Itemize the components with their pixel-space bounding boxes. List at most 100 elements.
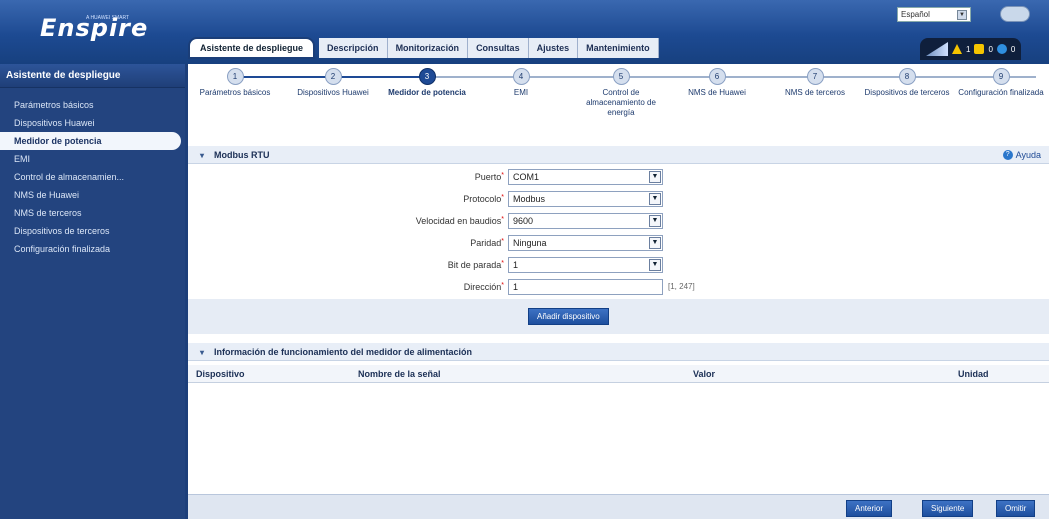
- collapse-icon[interactable]: ▾: [200, 147, 208, 165]
- top-header: A HUAWEI SMART Enspire Español ▼ Asisten…: [0, 0, 1049, 64]
- field-label: Puerto*: [474, 172, 504, 182]
- field-row-protocolo: Protocolo* Modbus ▼: [188, 190, 1049, 209]
- step-8[interactable]: 8 Dispositivos de terceros: [864, 68, 950, 98]
- baudios-select[interactable]: 9600 ▼: [508, 213, 663, 229]
- step-label: Dispositivos Huawei: [297, 88, 369, 97]
- column-unidad[interactable]: Unidad: [958, 369, 989, 379]
- minor-alarm-icon[interactable]: [974, 44, 985, 54]
- column-nombre-senal[interactable]: Nombre de la señal: [358, 369, 441, 379]
- info-section-header[interactable]: ▾ Información de funcionamiento del medid…: [188, 343, 1049, 361]
- wizard-steps: 1 Parámetros básicos 2 Dispositivos Huawei…: [188, 64, 1049, 141]
- step-7[interactable]: 7 NMS de terceros: [772, 68, 858, 98]
- chevron-down-icon: ▼: [649, 237, 661, 249]
- step-label: NMS de Huawei: [688, 88, 746, 97]
- warning-alarm-icon[interactable]: [996, 44, 1007, 54]
- language-value: Español: [901, 10, 930, 19]
- field-label: Bit de parada*: [447, 260, 504, 270]
- language-select[interactable]: Español ▼: [897, 7, 971, 22]
- direccion-input[interactable]: 1: [508, 279, 663, 295]
- chevron-down-icon: ▼: [649, 259, 661, 271]
- table-header: Dispositivo Nombre de la señal Valor Uni…: [188, 365, 1049, 383]
- tab-asistente[interactable]: Asistente de despliegue: [188, 37, 316, 59]
- help-link[interactable]: ? Ayuda: [1002, 146, 1041, 164]
- step-number: 3: [418, 68, 436, 85]
- field-label: Protocolo*: [463, 194, 504, 204]
- sidebar-item-configuracion[interactable]: Configuración finalizada: [0, 240, 185, 258]
- direccion-range-hint: [1, 247]: [668, 282, 695, 291]
- puerto-select[interactable]: COM1 ▼: [508, 169, 663, 185]
- step-label: Dispositivos de terceros: [864, 88, 950, 97]
- tab-consultas[interactable]: Consultas: [468, 38, 529, 58]
- section-title: Información de funcionamiento del medido…: [214, 347, 473, 357]
- field-label: Velocidad en baudios*: [415, 216, 504, 226]
- sidebar-item-control[interactable]: Control de almacenamien...: [0, 168, 185, 186]
- warning-alarm-count: 0: [1010, 44, 1016, 54]
- footer-bar: Anterior Siguiente Omitir: [188, 494, 1049, 519]
- tab-ajustes[interactable]: Ajustes: [528, 38, 579, 58]
- step-4[interactable]: 4 EMI: [478, 68, 564, 98]
- alarm-bar: 1 0 0: [920, 38, 1022, 60]
- chevron-down-icon: ▼: [649, 171, 661, 183]
- user-menu-icon[interactable]: [1000, 6, 1030, 22]
- sidebar-title: Asistente de despliegue: [0, 64, 185, 88]
- action-band: Añadir dispositivo: [188, 299, 1049, 334]
- help-icon: ?: [1002, 150, 1013, 160]
- major-alarm-icon[interactable]: [952, 44, 962, 54]
- parada-select[interactable]: 1 ▼: [508, 257, 663, 273]
- main-tabs: Asistente de despliegue Descripción Moni…: [188, 37, 659, 59]
- chevron-down-icon: ▼: [649, 193, 661, 205]
- field-row-puerto: Puerto* COM1 ▼: [188, 168, 1049, 187]
- step-label: EMI: [513, 88, 529, 97]
- minor-alarm-count: 0: [988, 44, 993, 54]
- tab-mantenimiento[interactable]: Mantenimiento: [578, 38, 659, 58]
- sidebar-item-nms-huawei[interactable]: NMS de Huawei: [0, 186, 185, 204]
- paridad-select[interactable]: Ninguna ▼: [508, 235, 663, 251]
- column-valor[interactable]: Valor: [693, 369, 715, 379]
- step-5[interactable]: 5 Control de almacenamiento de energía: [578, 68, 664, 118]
- step-9[interactable]: 9 Configuración finalizada: [958, 68, 1044, 98]
- protocolo-select[interactable]: Modbus ▼: [508, 191, 663, 207]
- field-row-direccion: Dirección* 1 [1, 247]: [188, 278, 1049, 297]
- field-label: Dirección*: [463, 282, 504, 292]
- column-dispositivo[interactable]: Dispositivo: [196, 369, 245, 379]
- sidebar-item-emi[interactable]: EMI: [0, 150, 185, 168]
- step-number: 9: [992, 68, 1010, 85]
- field-row-paridad: Paridad* Ninguna ▼: [188, 234, 1049, 253]
- previous-button[interactable]: Anterior: [846, 500, 893, 517]
- add-device-button[interactable]: Añadir dispositivo: [528, 308, 609, 325]
- step-label: Configuración finalizada: [958, 88, 1044, 97]
- collapse-icon[interactable]: ▾: [200, 344, 208, 362]
- section-title: Modbus RTU: [214, 150, 270, 160]
- skip-button[interactable]: Omitir: [996, 500, 1036, 517]
- sidebar-item-dispositivos-huawei[interactable]: Dispositivos Huawei: [0, 114, 185, 132]
- sidebar-item-nms-terceros[interactable]: NMS de terceros: [0, 204, 185, 222]
- tab-descripcion[interactable]: Descripción: [319, 38, 388, 58]
- major-alarm-count: 1: [966, 44, 971, 54]
- enspire-logo: A HUAWEI SMART Enspire: [18, 14, 158, 50]
- step-label: Parámetros básicos: [199, 88, 271, 97]
- next-button[interactable]: Siguiente: [922, 500, 974, 517]
- step-label: Medidor de potencia: [388, 88, 466, 97]
- modbus-section-header[interactable]: ▾ Modbus RTU ? Ayuda: [188, 146, 1049, 164]
- logo-text: Enspire: [40, 14, 149, 42]
- main-content: 1 Parámetros básicos 2 Dispositivos Huawei…: [188, 64, 1049, 519]
- step-number: 4: [512, 68, 530, 85]
- sidebar-item-medidor[interactable]: Medidor de potencia: [0, 132, 181, 150]
- step-number: 2: [324, 68, 342, 85]
- step-number: 1: [226, 68, 244, 85]
- step-6[interactable]: 6 NMS de Huawei: [674, 68, 760, 98]
- signal-icon: [926, 42, 948, 56]
- step-3[interactable]: 3 Medidor de potencia: [384, 68, 470, 98]
- tab-monitorizacion[interactable]: Monitorización: [387, 38, 469, 58]
- sidebar-item-dispositivos-terceros[interactable]: Dispositivos de terceros: [0, 222, 185, 240]
- step-1[interactable]: 1 Parámetros básicos: [192, 68, 278, 98]
- field-row-baudios: Velocidad en baudios* 9600 ▼: [188, 212, 1049, 231]
- sidebar-item-parametros[interactable]: Parámetros básicos: [0, 96, 185, 114]
- chevron-down-icon: ▼: [957, 9, 967, 20]
- help-label: Ayuda: [1015, 150, 1041, 160]
- step-label: NMS de terceros: [784, 88, 846, 97]
- step-2[interactable]: 2 Dispositivos Huawei: [290, 68, 376, 98]
- sidebar: Asistente de despliegue Parámetros básic…: [0, 64, 185, 519]
- step-number: 7: [806, 68, 824, 85]
- step-number: 5: [612, 68, 630, 85]
